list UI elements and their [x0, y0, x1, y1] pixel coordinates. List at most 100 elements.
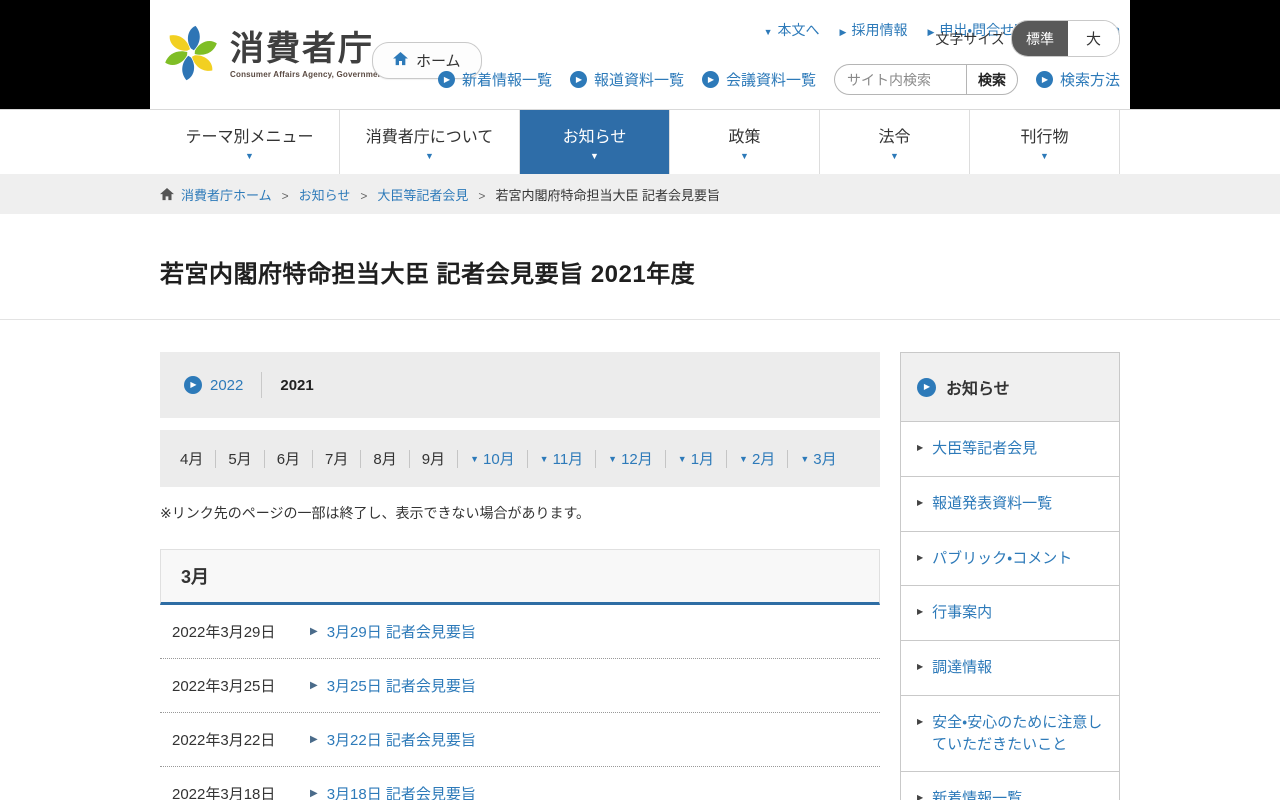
- divider: [215, 450, 216, 468]
- month-item: ▼ 4月: [180, 448, 203, 469]
- month-item[interactable]: ▼ 2月: [739, 448, 775, 469]
- month-section-heading: 3月: [160, 549, 880, 605]
- sidebar-item[interactable]: ▶ 調達情報: [901, 641, 1119, 696]
- year-current: 2021: [280, 377, 313, 394]
- quick-link[interactable]: 会議資料一覧: [702, 69, 816, 90]
- sidebar-item[interactable]: ▶ 行事案内: [901, 586, 1119, 641]
- utility-link[interactable]: 採用情報: [840, 20, 908, 40]
- month-item[interactable]: ▼ 12月: [608, 448, 653, 469]
- triangle-right-icon: ▶: [917, 607, 923, 624]
- list-item: 2022年3月22日 ▶ 3月22日 記者会見要旨: [160, 713, 880, 767]
- quick-link[interactable]: 新着情報一覧: [438, 69, 552, 90]
- main-column: 2022 2021 ▼ 4月 ▼ 5月 ▼ 6月: [160, 352, 880, 800]
- press-conference-list: 2022年3月29日 ▶ 3月29日 記者会見要旨 2022年3月25日 ▶ 3…: [160, 605, 880, 800]
- text-size-large-button[interactable]: 大: [1068, 21, 1119, 56]
- breadcrumb-band: 消費者庁ホーム お知らせ 大臣等記者会見 若宮内閣府特命担当大臣 記者会見要旨: [0, 174, 1280, 214]
- sidebar-title: お知らせ: [946, 375, 1010, 399]
- chevron-down-icon: ▼: [245, 152, 254, 161]
- nav-item[interactable]: お知らせ ▼: [520, 110, 670, 174]
- breadcrumb-item[interactable]: 消費者庁ホーム: [181, 185, 272, 204]
- triangle-right-icon: ▶: [310, 680, 318, 691]
- month-item[interactable]: ▼ 10月: [470, 448, 515, 469]
- search-input[interactable]: [834, 64, 966, 95]
- triangle-icon: [840, 22, 847, 38]
- breadcrumb-item[interactable]: お知らせ: [272, 185, 351, 204]
- circle-arrow-icon: [570, 71, 587, 88]
- triangle-right-icon: ▶: [917, 553, 923, 570]
- sidebar: お知らせ ▶ 大臣等記者会見 ▶ 報道発表資料一覧 ▶ パブリック・コメント: [900, 352, 1120, 800]
- triangle-down-icon: ▼: [800, 454, 809, 464]
- triangle-down-icon: ▼: [470, 454, 479, 464]
- entry-link[interactable]: 3月22日 記者会見要旨: [327, 729, 476, 750]
- breadcrumb: 消費者庁ホーム お知らせ 大臣等記者会見 若宮内閣府特命担当大臣 記者会見要旨: [160, 174, 1120, 214]
- month-item: ▼ 9月: [422, 448, 445, 469]
- entry-link[interactable]: 3月18日 記者会見要旨: [327, 783, 476, 800]
- divider: [457, 450, 458, 468]
- month-item: ▼ 8月: [373, 448, 396, 469]
- breadcrumb-item[interactable]: 大臣等記者会見: [350, 185, 468, 204]
- entry-link[interactable]: 3月29日 記者会見要旨: [327, 621, 476, 642]
- triangle-right-icon: ▶: [917, 498, 923, 515]
- quick-links-row: 新着情報一覧 報道資料一覧 会議資料一覧 検索: [438, 64, 1120, 95]
- year-2022-link[interactable]: 2022: [184, 376, 243, 394]
- circle-arrow-icon: [184, 376, 202, 394]
- entry-date: 2022年3月25日: [172, 675, 304, 696]
- page-title: 若宮内閣府特命担当大臣 記者会見要旨 2021年度: [160, 254, 1120, 289]
- divider: [726, 450, 727, 468]
- search-method-link[interactable]: 検索方法: [1036, 69, 1120, 90]
- text-size-toggle: 標準 大: [1011, 20, 1120, 57]
- sidebar-item[interactable]: ▶ 報道発表資料一覧: [901, 477, 1119, 532]
- search-button[interactable]: 検索: [966, 64, 1018, 95]
- utility-link[interactable]: 本文へ: [764, 20, 820, 40]
- entry-date: 2022年3月22日: [172, 729, 304, 750]
- entry-date: 2022年3月18日: [172, 783, 304, 800]
- nav-item[interactable]: テーマ別メニュー ▼: [160, 110, 340, 174]
- content: 2022 2021 ▼ 4月 ▼ 5月 ▼ 6月: [160, 320, 1120, 800]
- divider: [787, 450, 788, 468]
- header: 消費者庁 Consumer Affairs Agency, Government…: [150, 0, 1130, 109]
- triangle-down-icon: ▼: [739, 454, 748, 464]
- quick-link[interactable]: 報道資料一覧: [570, 69, 684, 90]
- month-item[interactable]: ▼ 1月: [678, 448, 714, 469]
- triangle-icon: [927, 22, 934, 38]
- title-section: 若宮内閣府特命担当大臣 記者会見要旨 2021年度: [0, 214, 1280, 320]
- sidebar-item[interactable]: ▶ パブリック・コメント: [901, 532, 1119, 587]
- sidebar-header[interactable]: お知らせ: [901, 353, 1119, 422]
- text-size-standard-button[interactable]: 標準: [1012, 21, 1068, 56]
- triangle-right-icon: ▶: [917, 717, 923, 756]
- month-item[interactable]: ▼ 11月: [540, 448, 584, 469]
- disclaimer-note: ※リンク先のページの一部は終了し、表示できない場合があります。: [160, 503, 880, 523]
- nav-item[interactable]: 刊行物 ▼: [970, 110, 1120, 174]
- nav-item[interactable]: 政策 ▼: [670, 110, 820, 174]
- circle-arrow-icon: [917, 378, 936, 397]
- divider: [527, 450, 528, 468]
- triangle-down-icon: ▼: [540, 454, 549, 464]
- sidebar-item[interactable]: ▶ 大臣等記者会見: [901, 422, 1119, 477]
- triangle-right-icon: ▶: [310, 788, 318, 799]
- entry-date: 2022年3月29日: [172, 621, 304, 642]
- nav-item[interactable]: 法令 ▼: [820, 110, 970, 174]
- divider: [264, 450, 265, 468]
- entry-link[interactable]: 3月25日 記者会見要旨: [327, 675, 476, 696]
- divider: [665, 450, 666, 468]
- triangle-right-icon: ▶: [310, 626, 318, 637]
- triangle-right-icon: ▶: [917, 793, 923, 800]
- sidebar-item[interactable]: ▶ 安全・安心のために注意していただきたいこと: [901, 696, 1119, 773]
- list-item: 2022年3月29日 ▶ 3月29日 記者会見要旨: [160, 605, 880, 659]
- breadcrumb-item[interactable]: 若宮内閣府特命担当大臣 記者会見要旨: [468, 185, 720, 204]
- triangle-down-icon: ▼: [678, 454, 687, 464]
- month-item: ▼ 7月: [325, 448, 348, 469]
- divider: [261, 372, 262, 398]
- list-item: 2022年3月25日 ▶ 3月25日 記者会見要旨: [160, 659, 880, 713]
- text-size-label: 文字サイズ: [935, 29, 1005, 49]
- list-item: 2022年3月18日 ▶ 3月18日 記者会見要旨: [160, 767, 880, 800]
- chevron-down-icon: ▼: [890, 152, 899, 161]
- month-selector: ▼ 4月 ▼ 5月 ▼ 6月 ▼ 7月: [160, 430, 880, 487]
- header-band: 消費者庁 Consumer Affairs Agency, Government…: [0, 0, 1280, 110]
- month-item[interactable]: ▼ 3月: [800, 448, 836, 469]
- sidebar-item[interactable]: ▶ 新着情報一覧: [901, 772, 1119, 800]
- circle-arrow-icon: [702, 71, 719, 88]
- pinwheel-logo-icon: [162, 24, 220, 87]
- nav-item[interactable]: 消費者庁について ▼: [340, 110, 520, 174]
- divider: [360, 450, 361, 468]
